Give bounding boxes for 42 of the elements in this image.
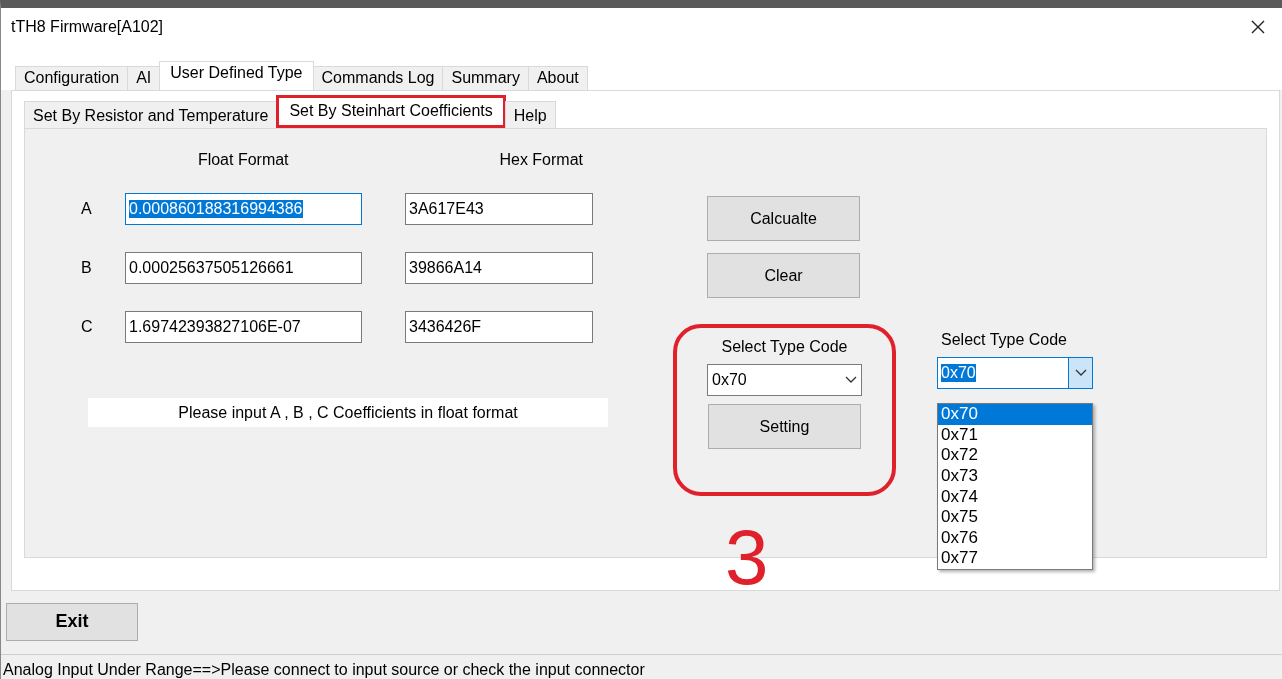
float-field[interactable]: 0.000860188316994386 (125, 192, 362, 225)
dropdown-option[interactable]: 0x73 (938, 466, 1092, 487)
status-bar: Analog Input Under Range==>Please connect to input source or check the input connector (1, 654, 1282, 679)
tab[interactable]: Commands Log (312, 66, 444, 91)
subtab[interactable]: Set By Resistor and Temperature (24, 101, 278, 129)
close-icon (1250, 18, 1266, 35)
tab[interactable]: AI (127, 66, 161, 91)
dropdown-option[interactable]: 0x75 (938, 507, 1092, 528)
action-button[interactable]: Clear (707, 253, 860, 299)
coefficient-label: B (80, 258, 93, 277)
coefficient-label: A (80, 199, 93, 218)
dropdown-option[interactable]: 0x71 (938, 424, 1092, 446)
column-header: Float Format (196, 151, 290, 171)
action-button[interactable]: Calcualte (707, 196, 860, 242)
tab[interactable]: About (527, 66, 588, 91)
float-field[interactable]: 0.00025637505126661 (125, 251, 362, 284)
float-field[interactable]: 1.69742393827106E-07 (125, 310, 362, 343)
tab[interactable]: Configuration (15, 66, 129, 91)
window-title: tTH8 Firmware[A102] (11, 17, 164, 36)
type-code-label: Select Type Code (940, 331, 1068, 350)
setting-button[interactable]: Setting (708, 404, 861, 450)
hex-field[interactable]: 39866A14 (405, 251, 593, 284)
tab[interactable]: Summary (442, 66, 529, 91)
subtab[interactable]: Help (504, 101, 556, 129)
hex-field[interactable]: 3436426F (405, 310, 593, 343)
column-header: Hex Format (498, 151, 584, 171)
hint-text: Please input A , B , C Coefficients in float format (88, 398, 608, 428)
chevron-icon (845, 376, 857, 385)
dropdown-option[interactable]: 0x76 (938, 527, 1092, 549)
exit-button[interactable]: Exit (6, 602, 138, 641)
hex-field[interactable]: 3A617E43 (405, 192, 593, 225)
dropdown-option[interactable]: 0x70 (938, 404, 1092, 425)
annotation-number: 3 (725, 518, 769, 596)
type-code-select[interactable]: 0x70 (707, 364, 862, 397)
coefficient-label: C (80, 317, 94, 336)
type-code-label: Select Type Code (721, 338, 848, 357)
chevron-icon (1074, 369, 1087, 378)
subtab[interactable]: Set By Steinhart Coefficients (276, 95, 506, 129)
type-code-select[interactable]: 0x70 (937, 357, 1093, 390)
dropdown-option[interactable]: 0x77 (938, 548, 1092, 569)
dropdown-option[interactable]: 0x72 (938, 445, 1092, 466)
dropdown-option[interactable]: 0x74 (938, 486, 1092, 508)
